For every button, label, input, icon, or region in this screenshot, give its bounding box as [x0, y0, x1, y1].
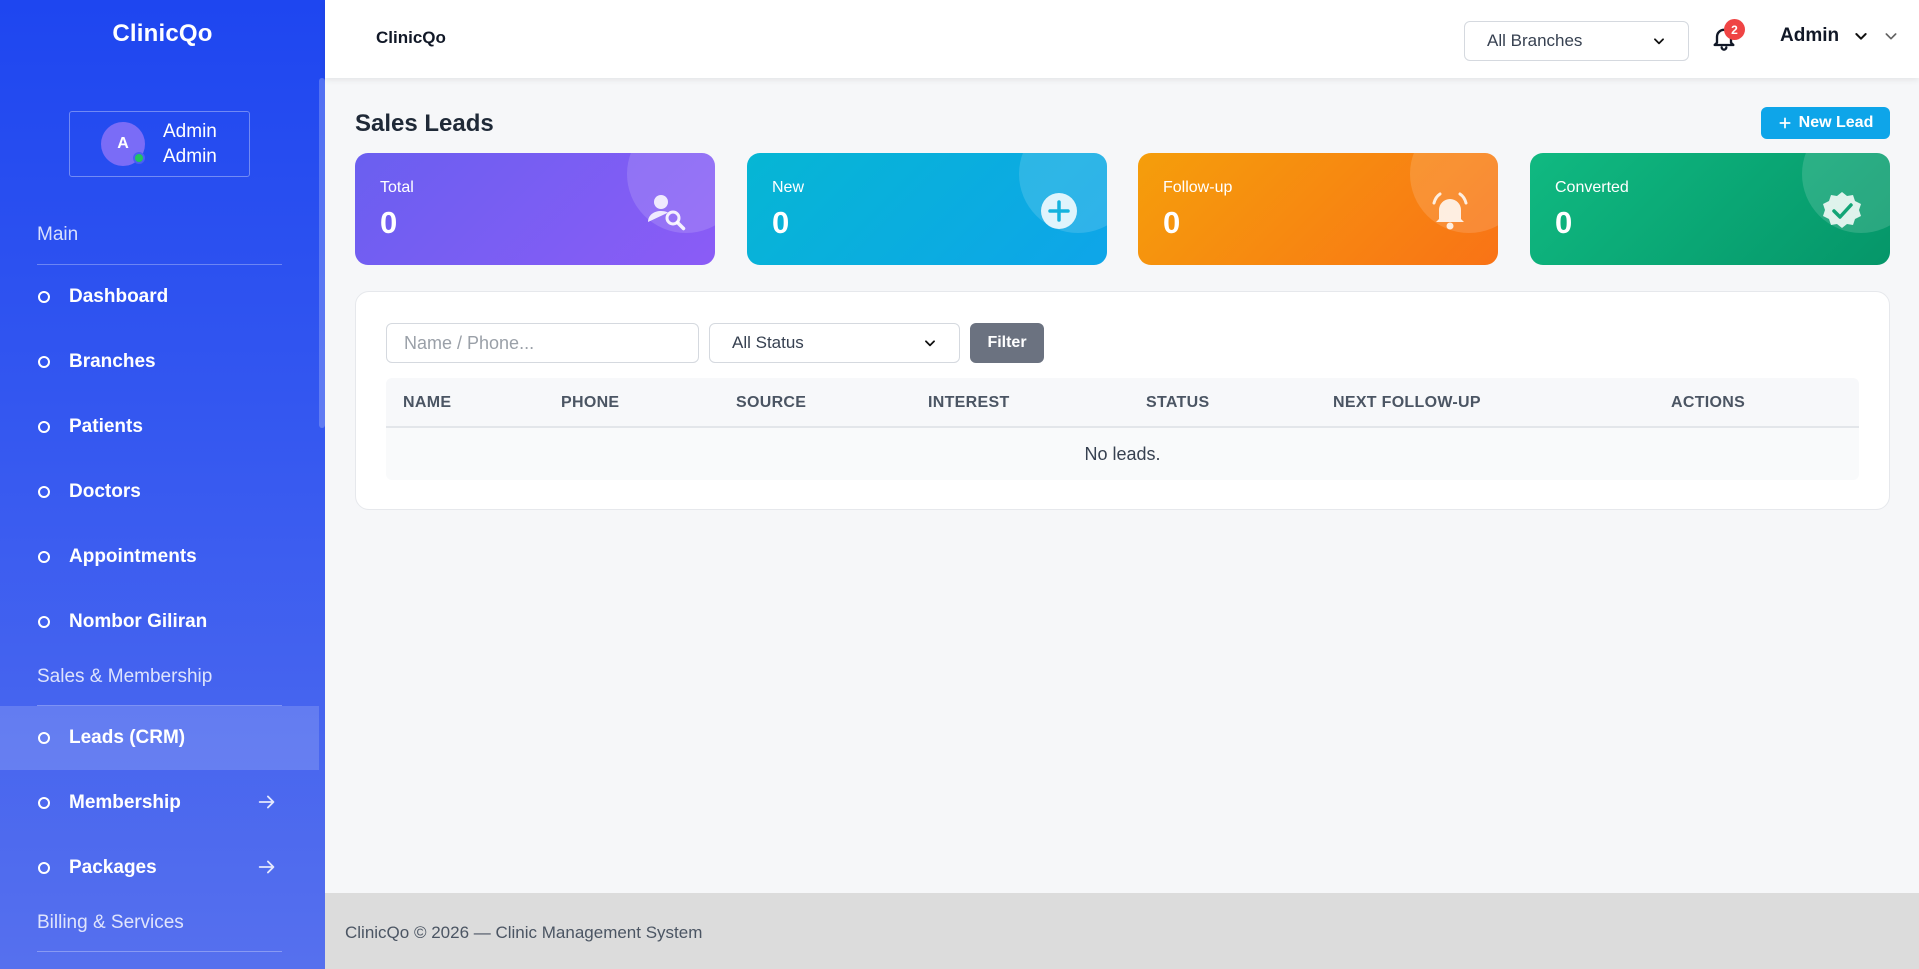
- user-search-icon: [648, 195, 686, 231]
- plus-circle-icon: [1041, 193, 1077, 229]
- sidebar-item-label: Branches: [69, 351, 156, 372]
- circle-icon: [38, 862, 50, 874]
- sidebar-brand[interactable]: ClinicQo: [0, 0, 325, 68]
- stat-value: 0: [772, 205, 790, 240]
- stat-label: Converted: [1555, 179, 1629, 196]
- sidebar-item-label: Leads (CRM): [69, 727, 186, 748]
- arrow-right-icon: [258, 795, 275, 809]
- circle-icon: [38, 291, 50, 303]
- sidebar-item-dashboard[interactable]: Dashboard: [0, 265, 319, 329]
- column-header-phone[interactable]: PHONE: [561, 394, 619, 412]
- footer-text: ClinicQo © 2026 — Clinic Management Syst…: [345, 923, 703, 942]
- plus-icon: [1779, 117, 1791, 129]
- admin-label: Admin: [1780, 25, 1840, 46]
- sidebar-item-label: Packages: [69, 857, 157, 878]
- column-header-status[interactable]: STATUS: [1146, 394, 1209, 412]
- stat-card-total: Total 0: [355, 153, 715, 265]
- sidebar-item-label: Doctors: [69, 481, 141, 502]
- status-select[interactable]: All Status: [709, 323, 960, 363]
- user-role: Admin: [163, 146, 217, 167]
- topbar: ClinicQo All Branches 2 Admin: [325, 0, 1919, 78]
- sidebar-item-branches[interactable]: Branches: [0, 330, 319, 394]
- arrow-right-icon: [258, 860, 275, 874]
- section-label-main: Main: [37, 224, 79, 245]
- stat-value: 0: [380, 205, 398, 240]
- circle-icon: [38, 797, 50, 809]
- leads-table: NAME PHONE SOURCE INTEREST STATUS NEXT F…: [386, 378, 1859, 480]
- circle-icon: [38, 356, 50, 368]
- user-names: Admin Admin: [163, 119, 217, 169]
- stat-label: New: [772, 179, 805, 196]
- column-header-actions: ACTIONS: [1671, 394, 1746, 411]
- user-card[interactable]: A Admin Admin: [69, 111, 250, 177]
- avatar: A: [101, 122, 145, 166]
- chevron-down-icon: [1654, 38, 1664, 45]
- circle-icon: [38, 551, 50, 563]
- sidebar: ClinicQo A Admin Admin Main Dashboard Br…: [0, 0, 325, 969]
- sidebar-item-label: Membership: [69, 792, 181, 813]
- table-empty-state: No leads.: [386, 428, 1859, 480]
- search-input[interactable]: [386, 323, 699, 363]
- online-status-dot: [133, 152, 145, 164]
- stat-value: 0: [1163, 205, 1181, 240]
- circle-icon: [38, 732, 50, 744]
- sidebar-item-membership[interactable]: Membership: [0, 771, 319, 835]
- new-lead-label: New Lead: [1798, 114, 1874, 131]
- chevron-down-icon: [925, 340, 935, 347]
- sidebar-item-patients[interactable]: Patients: [0, 395, 319, 459]
- section-label-sales-membership: Sales & Membership: [37, 666, 213, 687]
- bell-ring-icon: [1432, 192, 1468, 230]
- branch-select[interactable]: All Branches: [1464, 21, 1689, 61]
- sidebar-item-leads-crm[interactable]: Leads (CRM): [0, 706, 319, 770]
- stat-card-follow-up: Follow-up 0: [1138, 153, 1498, 265]
- sidebar-item-label: Patients: [69, 416, 143, 437]
- footer: ClinicQo © 2026 — Clinic Management Syst…: [325, 893, 1919, 969]
- sidebar-scrollbar[interactable]: [319, 78, 325, 428]
- chevron-down-icon: [1855, 33, 1867, 40]
- new-lead-button[interactable]: New Lead: [1761, 107, 1890, 139]
- table-header: NAME PHONE SOURCE INTEREST STATUS NEXT F…: [386, 378, 1859, 428]
- page-title: Sales Leads: [355, 110, 494, 137]
- sidebar-item-label: Appointments: [69, 546, 197, 567]
- sidebar-item-label: Nombor Giliran: [69, 611, 208, 632]
- circle-icon: [38, 486, 50, 498]
- sidebar-item-nombor-giliran[interactable]: Nombor Giliran: [0, 590, 319, 654]
- column-header-source[interactable]: SOURCE: [736, 394, 806, 412]
- stat-value: 0: [1555, 205, 1573, 240]
- stat-card-new: New 0: [747, 153, 1107, 265]
- stat-label: Follow-up: [1163, 179, 1233, 196]
- filter-button[interactable]: Filter: [970, 323, 1044, 363]
- stat-label: Total: [380, 179, 414, 196]
- column-header-interest[interactable]: INTEREST: [928, 394, 1010, 412]
- sidebar-item-packages[interactable]: Packages: [0, 836, 319, 900]
- notification-badge: 2: [1724, 19, 1745, 40]
- section-label-billing-services: Billing & Services: [37, 912, 184, 933]
- column-header-name[interactable]: NAME: [403, 394, 451, 412]
- user-name: Admin: [163, 121, 217, 142]
- chevron-down-icon: [1885, 33, 1897, 40]
- sidebar-item-doctors[interactable]: Doctors: [0, 460, 319, 524]
- sidebar-item-label: Dashboard: [69, 286, 169, 307]
- section-divider: [37, 951, 282, 952]
- circle-icon: [38, 421, 50, 433]
- branch-select-value: All Branches: [1487, 31, 1583, 50]
- sidebar-item-appointments[interactable]: Appointments: [0, 525, 319, 589]
- badge-check-icon: [1823, 192, 1861, 228]
- topbar-title: ClinicQo: [376, 28, 446, 47]
- circle-icon: [38, 616, 50, 628]
- stat-card-converted: Converted 0: [1530, 153, 1890, 265]
- leads-panel: All Status Filter NAME PHONE SOURCE INTE…: [355, 291, 1890, 510]
- status-select-value: All Status: [732, 333, 804, 352]
- column-header-next-follow-up[interactable]: NEXT FOLLOW-UP: [1333, 394, 1481, 412]
- admin-menu[interactable]: Admin: [1780, 25, 1899, 47]
- avatar-initial: A: [117, 135, 129, 152]
